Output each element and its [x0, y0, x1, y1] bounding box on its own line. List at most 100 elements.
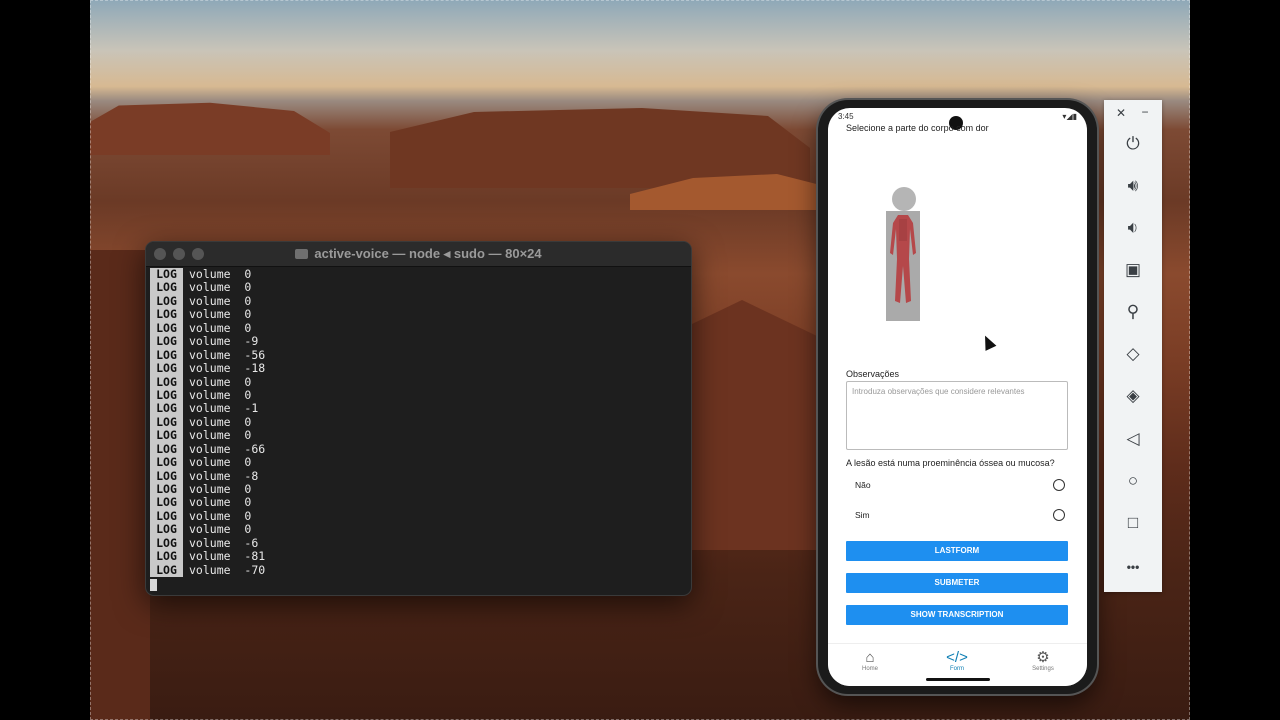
log-line: LOG volume 0: [150, 482, 265, 497]
log-line: LOG volume 0: [150, 267, 265, 282]
log-key: volume: [189, 549, 231, 564]
log-key: volume: [189, 374, 231, 389]
log-key: volume: [189, 267, 231, 281]
log-line: LOG volume -1: [150, 401, 265, 416]
log-tag: LOG: [150, 334, 183, 349]
log-tag: LOG: [150, 563, 183, 578]
phone-screen[interactable]: 3:45 ▾◢▮ Selecione a parte do corpo com …: [828, 108, 1087, 686]
nav-home[interactable]: ⌂ Home: [850, 650, 890, 673]
log-tag: LOG: [150, 348, 183, 363]
log-key: volume: [189, 280, 231, 295]
observations-input[interactable]: [846, 381, 1068, 450]
power-icon[interactable]: ⏻: [1104, 134, 1162, 154]
minimize-icon[interactable]: −: [1116, 105, 1174, 119]
log-line: LOG volume 0: [150, 280, 265, 295]
log-tag: LOG: [150, 415, 183, 430]
terminal-titlebar[interactable]: active-voice — node ◂ sudo — 80×24: [146, 242, 691, 267]
log-line: LOG volume 0: [150, 495, 265, 510]
log-value: 0: [244, 280, 252, 295]
log-line: LOG volume 0: [150, 387, 265, 403]
log-line: LOG volume 0: [150, 508, 265, 524]
body-selector[interactable]: [886, 199, 920, 321]
body-head-highlight[interactable]: [892, 187, 916, 211]
log-value: -18: [244, 361, 266, 376]
more-icon[interactable]: •••: [1104, 560, 1162, 574]
camera-icon[interactable]: ▣: [1104, 260, 1162, 280]
option-yes-radio[interactable]: [1053, 509, 1065, 521]
zoom-icon[interactable]: ⚲: [1104, 302, 1162, 322]
log-tag: LOG: [150, 321, 183, 336]
log-line: LOG volume -6: [150, 535, 265, 551]
log-value: 0: [244, 455, 252, 470]
log-key: volume: [189, 535, 231, 550]
human-body-figure: [890, 199, 916, 303]
log-value: -8: [244, 468, 259, 483]
log-tag: LOG: [150, 428, 183, 443]
log-value: -81: [244, 549, 266, 564]
lesion-question: A lesão está numa proeminência óssea ou …: [846, 458, 1055, 468]
folder-icon: [295, 249, 309, 259]
log-line: LOG volume 0: [150, 374, 265, 389]
log-key: volume: [189, 387, 231, 402]
log-key: volume: [189, 307, 231, 322]
log-tag: LOG: [150, 469, 183, 484]
log-tag: LOG: [150, 509, 183, 524]
log-tag: LOG: [150, 280, 183, 295]
rotate-right-icon[interactable]: ◈: [1104, 386, 1162, 406]
log-tag: LOG: [150, 455, 183, 470]
nav-settings[interactable]: ⚙ Settings: [1023, 650, 1063, 673]
terminal-title: active-voice — node ◂ sudo — 80×24: [146, 246, 691, 262]
log-key: volume: [189, 468, 231, 483]
log-line: LOG volume 0: [150, 414, 265, 430]
log-tag: LOG: [150, 401, 183, 416]
log-key: volume: [189, 428, 231, 443]
terminal-output[interactable]: LOG volume 0 LOG volume 0 LOG volume 0 LOG volu…: [150, 267, 266, 592]
nav-home-label: Home: [861, 666, 878, 672]
log-line: LOG volume -56: [150, 347, 266, 363]
log-value: -1: [244, 401, 259, 416]
log-key: volume: [189, 441, 231, 456]
terminal-window[interactable]: active-voice — node ◂ sudo — 80×24 LOG vo…: [145, 241, 692, 596]
gesture-home-bar[interactable]: [926, 678, 990, 681]
log-key: volume: [189, 562, 231, 577]
log-value: 0: [244, 374, 252, 389]
log-tag: LOG: [150, 549, 183, 564]
log-line: LOG volume -81: [150, 549, 266, 564]
show-transcription-button[interactable]: SHOW TRANSCRIPTION: [846, 605, 1068, 625]
lastform-button[interactable]: LASTFORM: [846, 541, 1068, 561]
log-value: 0: [244, 495, 252, 510]
volume-down-icon[interactable]: 🔉︎: [1104, 218, 1162, 238]
nav-settings-label: Settings: [1032, 666, 1054, 672]
body-prompt: Selecione a parte do corpo com dor: [846, 123, 989, 133]
overview-icon[interactable]: □: [1104, 513, 1162, 533]
log-key: volume: [189, 361, 231, 376]
submit-button[interactable]: SUBMETER: [846, 573, 1068, 593]
rotate-left-icon[interactable]: ◇: [1104, 344, 1162, 364]
log-tag: LOG: [150, 307, 183, 322]
volume-up-icon[interactable]: 🔊︎: [1104, 176, 1162, 196]
log-key: volume: [189, 522, 231, 537]
log-key: volume: [189, 495, 231, 510]
log-value: -66: [244, 441, 266, 456]
log-tag: LOG: [150, 536, 183, 551]
back-icon[interactable]: ◁: [1104, 429, 1162, 449]
log-line: LOG volume -70: [150, 562, 265, 578]
log-line: LOG volume 0: [150, 455, 265, 470]
log-value: -56: [244, 347, 266, 362]
log-tag: LOG: [150, 522, 183, 537]
nav-form-label: Form: [950, 666, 964, 672]
log-key: volume: [189, 293, 231, 308]
log-value: 0: [244, 508, 252, 523]
log-value: 0: [244, 414, 252, 429]
status-icons: ▾◢▮: [1062, 112, 1077, 121]
home-circle-icon[interactable]: ○: [1104, 471, 1162, 491]
log-key: volume: [189, 320, 231, 335]
log-value: 0: [244, 522, 252, 537]
option-yes-label: Sim: [855, 510, 870, 520]
log-key: volume: [189, 334, 231, 349]
nav-form[interactable]: </> Form: [937, 650, 977, 673]
log-tag: LOG: [150, 442, 183, 457]
status-time: 3:45: [838, 112, 854, 121]
option-no-radio[interactable]: [1053, 479, 1065, 491]
log-tag: LOG: [150, 388, 183, 403]
